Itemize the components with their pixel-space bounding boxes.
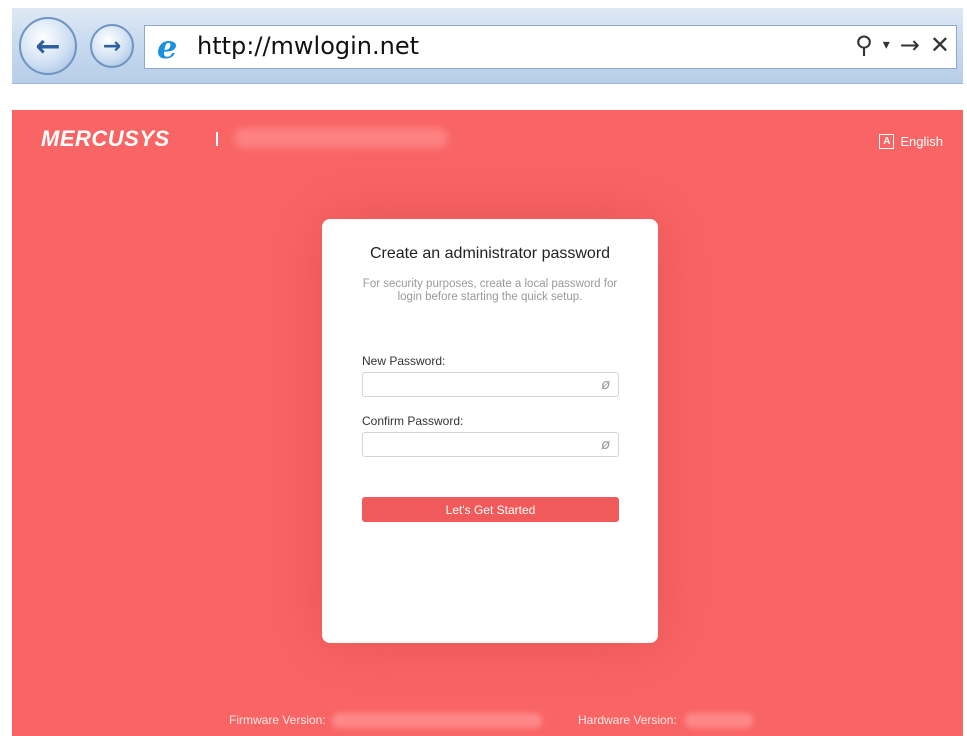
blurred-hardware-version: [685, 713, 753, 728]
language-label[interactable]: English: [900, 134, 943, 149]
blurred-firmware-version: [332, 713, 542, 728]
confirm-password-label: Confirm Password:: [362, 414, 464, 428]
back-arrow-icon: ←: [35, 28, 61, 64]
dropdown-icon[interactable]: ▾: [883, 37, 890, 53]
back-button[interactable]: ←: [19, 17, 77, 75]
address-bar[interactable]: e http://mwlogin.net ⚲ ▾ → ✕: [144, 25, 957, 69]
hidden-eye-icon[interactable]: ø: [601, 436, 610, 454]
new-password-input[interactable]: [367, 374, 591, 397]
card-description: For security purposes, create a local pa…: [362, 278, 618, 303]
lets-get-started-button[interactable]: Let's Get Started: [362, 497, 619, 522]
confirm-password-field[interactable]: ø: [362, 432, 619, 457]
mercusys-logo: MERCUSYS: [41, 126, 170, 151]
url-text[interactable]: http://mwlogin.net: [197, 32, 419, 60]
forward-button[interactable]: →: [90, 24, 134, 68]
new-password-field[interactable]: ø: [362, 372, 619, 397]
hidden-eye-icon[interactable]: ø: [601, 376, 610, 394]
stop-icon[interactable]: ✕: [930, 31, 950, 59]
search-icon[interactable]: ⚲: [855, 31, 873, 59]
router-login-page: MERCUSYS A English Create an administrat…: [12, 110, 963, 736]
card-title: Create an administrator password: [369, 245, 611, 262]
forward-arrow-icon: →: [102, 33, 122, 59]
language-switch[interactable]: A English: [879, 134, 943, 149]
logo-divider: [216, 132, 218, 146]
internet-explorer-icon: e: [157, 28, 178, 66]
firmware-version-label: Firmware Version:: [229, 713, 326, 727]
password-setup-card: Create an administrator password For sec…: [322, 219, 658, 643]
hardware-version-label: Hardware Version:: [578, 713, 677, 727]
language-icon: A: [879, 134, 895, 149]
go-arrow-icon[interactable]: →: [900, 31, 920, 59]
browser-toolbar: ← → e http://mwlogin.net ⚲ ▾ → ✕: [12, 8, 963, 84]
new-password-label: New Password:: [362, 354, 446, 368]
confirm-password-input[interactable]: [367, 434, 591, 457]
address-actions: ⚲ ▾ → ✕: [855, 31, 950, 59]
blurred-model-name: [234, 128, 448, 148]
